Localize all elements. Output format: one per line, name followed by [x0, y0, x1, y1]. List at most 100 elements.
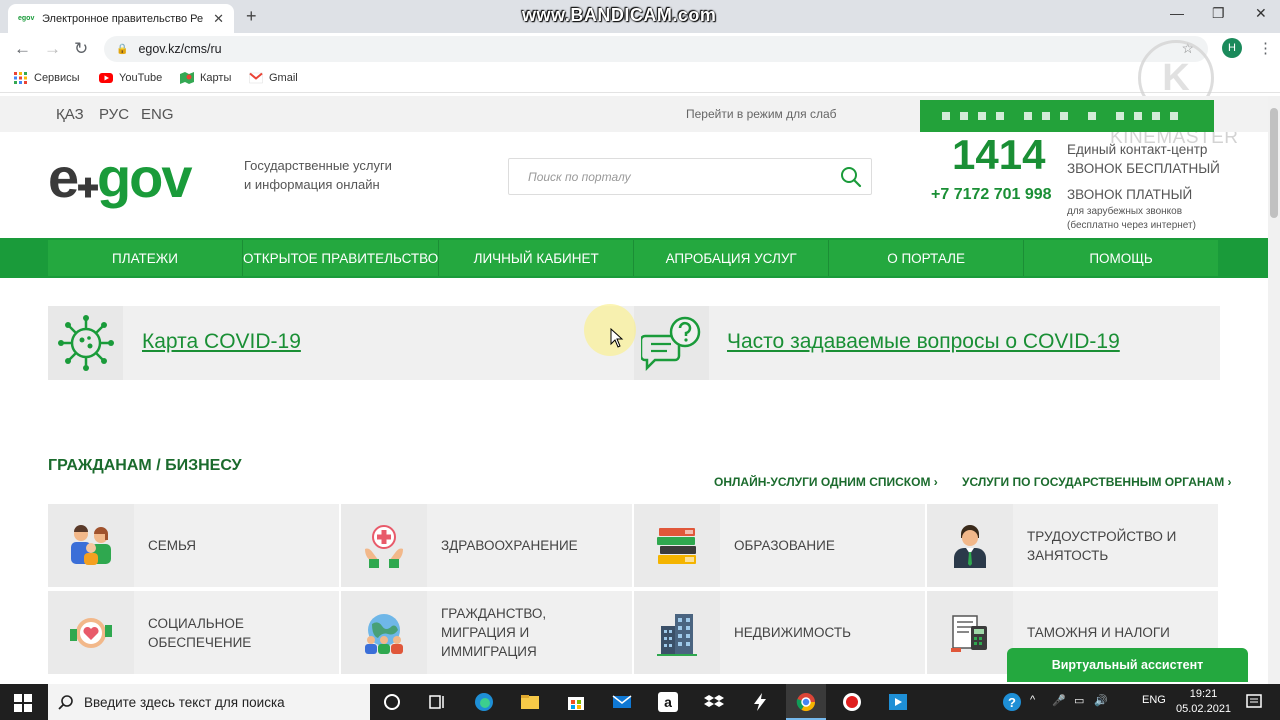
tile-label-line: ЗАНЯТОСТЬ: [1027, 547, 1109, 563]
online-services-list-link[interactable]: ОНЛАЙН-УСЛУГИ ОДНИМ СПИСКОМ ›: [714, 475, 938, 489]
reload-icon[interactable]: ↻: [74, 39, 88, 59]
new-tab-icon[interactable]: +: [246, 6, 257, 27]
bookmark-maps[interactable]: Карты: [180, 72, 231, 84]
record-icon[interactable]: [842, 692, 862, 712]
nav-about-portal[interactable]: О ПОРТАЛЕ: [829, 240, 1025, 276]
network-icon[interactable]: ▭: [1074, 694, 1084, 707]
tile-education[interactable]: ОБРАЗОВАНИЕ: [634, 504, 925, 587]
volume-icon[interactable]: 🔊: [1094, 694, 1108, 707]
main-nav-items: ПЛАТЕЖИ ОТКРЫТОЕ ПРАВИТЕЛЬСТВО ЛИЧНЫЙ КА…: [48, 240, 1218, 276]
family-icon: [71, 524, 111, 565]
store-icon[interactable]: [566, 692, 586, 712]
media-player-icon[interactable]: [888, 692, 908, 712]
chrome-icon: [796, 693, 815, 712]
bookmark-services[interactable]: Сервисы: [14, 72, 80, 84]
nav-personal-account[interactable]: ЛИЧНЫЙ КАБИНЕТ: [439, 240, 635, 276]
clock-date: 05.02.2021: [1176, 703, 1232, 715]
task-view-icon[interactable]: [427, 692, 447, 712]
logo-gov: gov: [96, 146, 193, 209]
social-care-icon: [70, 617, 112, 648]
tray-expand-icon[interactable]: ^: [1030, 694, 1035, 706]
tile-healthcare[interactable]: ЗДРАВООХРАНЕНИЕ: [341, 504, 632, 587]
tile-iconbox: [341, 504, 427, 587]
edge-icon[interactable]: [474, 692, 494, 712]
bookmark-label: Gmail: [269, 72, 298, 84]
egov-logo[interactable]: e✚gov: [48, 145, 193, 210]
nav-payments[interactable]: ПЛАТЕЖИ: [48, 240, 243, 276]
virtual-assistant-button[interactable]: Виртуальный ассистент: [1007, 648, 1248, 682]
amazon-icon[interactable]: a: [658, 692, 678, 712]
input-language[interactable]: ENG: [1142, 694, 1166, 706]
blurred-login-area: [920, 100, 1214, 132]
taskbar-search-icon: [58, 695, 73, 710]
paid-call-label: ЗВОНОК ПЛАТНЫЙ: [1067, 187, 1193, 202]
contact-center-number[interactable]: 1414: [952, 131, 1045, 179]
tile-iconbox: [634, 591, 720, 674]
nav-open-government[interactable]: ОТКРЫТОЕ ПРАВИТЕЛЬСТВО: [243, 240, 440, 276]
help-icon[interactable]: ?: [1002, 692, 1022, 712]
covid-map-panel[interactable]: Карта COVID-19: [48, 306, 634, 380]
forward-icon[interactable]: →: [44, 39, 61, 59]
close-window-icon[interactable]: ✕: [1255, 5, 1267, 22]
minimize-icon[interactable]: —: [1170, 5, 1184, 21]
taskbar-clock[interactable]: 19:21 05.02.2021: [1176, 687, 1231, 717]
chrome-taskbar-button[interactable]: [786, 684, 826, 720]
main-nav: ПЛАТЕЖИ ОТКРЫТОЕ ПРАВИТЕЛЬСТВО ЛИЧНЫЙ КА…: [0, 238, 1268, 278]
back-icon[interactable]: ←: [14, 39, 31, 59]
bookmark-gmail[interactable]: Gmail: [249, 72, 298, 84]
search-icon[interactable]: [839, 165, 863, 189]
address-bar[interactable]: 🔒 egov.kz/cms/ru ☆: [104, 36, 1208, 62]
employee-icon: [954, 524, 986, 568]
tile-label-line: ОБРАЗОВАНИЕ: [734, 538, 835, 553]
nav-service-testing[interactable]: АПРОБАЦИЯ УСЛУГ: [634, 240, 830, 276]
lang-rus[interactable]: РУС: [99, 106, 129, 123]
tile-citizenship[interactable]: ГРАЖДАНСТВО, МИГРАЦИЯ И ИММИГРАЦИЯ: [341, 591, 632, 674]
tile-label-line: ЗДРАВООХРАНЕНИЕ: [441, 538, 578, 553]
lang-kaz[interactable]: ҚАЗ: [56, 106, 84, 123]
nav-help[interactable]: ПОМОЩЬ: [1024, 240, 1218, 276]
microphone-icon[interactable]: 🎤: [1052, 694, 1066, 707]
dropbox-icon[interactable]: [704, 692, 724, 712]
lightning-app-icon[interactable]: [750, 692, 770, 712]
svg-text:a: a: [664, 694, 672, 710]
windows-start-icon[interactable]: [14, 694, 32, 712]
covid-map-link[interactable]: Карта COVID-19: [142, 330, 301, 354]
covid-faq-link[interactable]: Часто задаваемые вопросы о COVID-19: [727, 330, 1120, 354]
mail-icon[interactable]: [612, 692, 632, 712]
notifications-icon[interactable]: [1244, 692, 1264, 712]
tile-label: НЕДВИЖИМОСТЬ: [734, 591, 851, 674]
covid-iconbox: [634, 306, 709, 380]
browser-tab[interactable]: egov Электронное правительство Ре ✕: [8, 4, 234, 33]
browser-tabstrip: egov Электронное правительство Ре ✕ + ww…: [0, 0, 1280, 33]
lang-eng[interactable]: ENG: [141, 106, 174, 123]
mouse-cursor-icon: [610, 328, 624, 348]
svg-text:?: ?: [1008, 695, 1016, 710]
scrollbar-thumb[interactable]: [1270, 108, 1278, 218]
tile-employment[interactable]: ТРУДОУСТРОЙСТВО И ЗАНЯТОСТЬ: [927, 504, 1218, 587]
tile-label-line: СЕМЬЯ: [148, 538, 197, 553]
tile-label-line: ТАМОЖНЯ И НАЛОГИ: [1027, 625, 1170, 640]
paid-note-line: (бесплатно через интернет): [1067, 220, 1196, 231]
low-vision-mode-link[interactable]: Перейти в режим для слаб: [686, 107, 837, 121]
paid-phone-number[interactable]: +7 7172 701 998: [931, 186, 1052, 204]
portal-search-input[interactable]: [509, 159, 829, 194]
bookmark-youtube[interactable]: YouTube: [99, 72, 162, 84]
virus-icon: [57, 315, 114, 371]
services-by-agency-link[interactable]: УСЛУГИ ПО ГОСУДАРСТВЕННЫМ ОРГАНАМ ›: [962, 475, 1232, 489]
close-tab-icon[interactable]: ✕: [213, 11, 224, 27]
tile-family[interactable]: СЕМЬЯ: [48, 504, 339, 587]
portal-search: [508, 158, 872, 195]
covid-faq-panel[interactable]: Часто задаваемые вопросы о COVID-19: [634, 306, 1220, 380]
contact-center-label: Единый контакт-центр ЗВОНОК БЕСПЛАТНЫЙ: [1067, 140, 1220, 178]
maximize-icon[interactable]: ❐: [1212, 5, 1225, 22]
browser-menu-icon[interactable]: ⋮: [1258, 39, 1273, 57]
page-scrollbar[interactable]: [1268, 96, 1280, 684]
tile-social-security[interactable]: СОЦИАЛЬНОЕ ОБЕСПЕЧЕНИЕ: [48, 591, 339, 674]
windows-taskbar: Введите здесь текст для поиска a ? ^ 🎤 ▭…: [0, 684, 1280, 720]
cortana-icon[interactable]: [382, 692, 402, 712]
taskbar-search-box[interactable]: Введите здесь текст для поиска: [48, 684, 370, 720]
profile-avatar[interactable]: H: [1222, 38, 1242, 58]
tile-real-estate[interactable]: НЕДВИЖИМОСТЬ: [634, 591, 925, 674]
tile-label-line: ГРАЖДАНСТВО,: [441, 606, 547, 621]
file-explorer-icon[interactable]: [520, 692, 540, 712]
